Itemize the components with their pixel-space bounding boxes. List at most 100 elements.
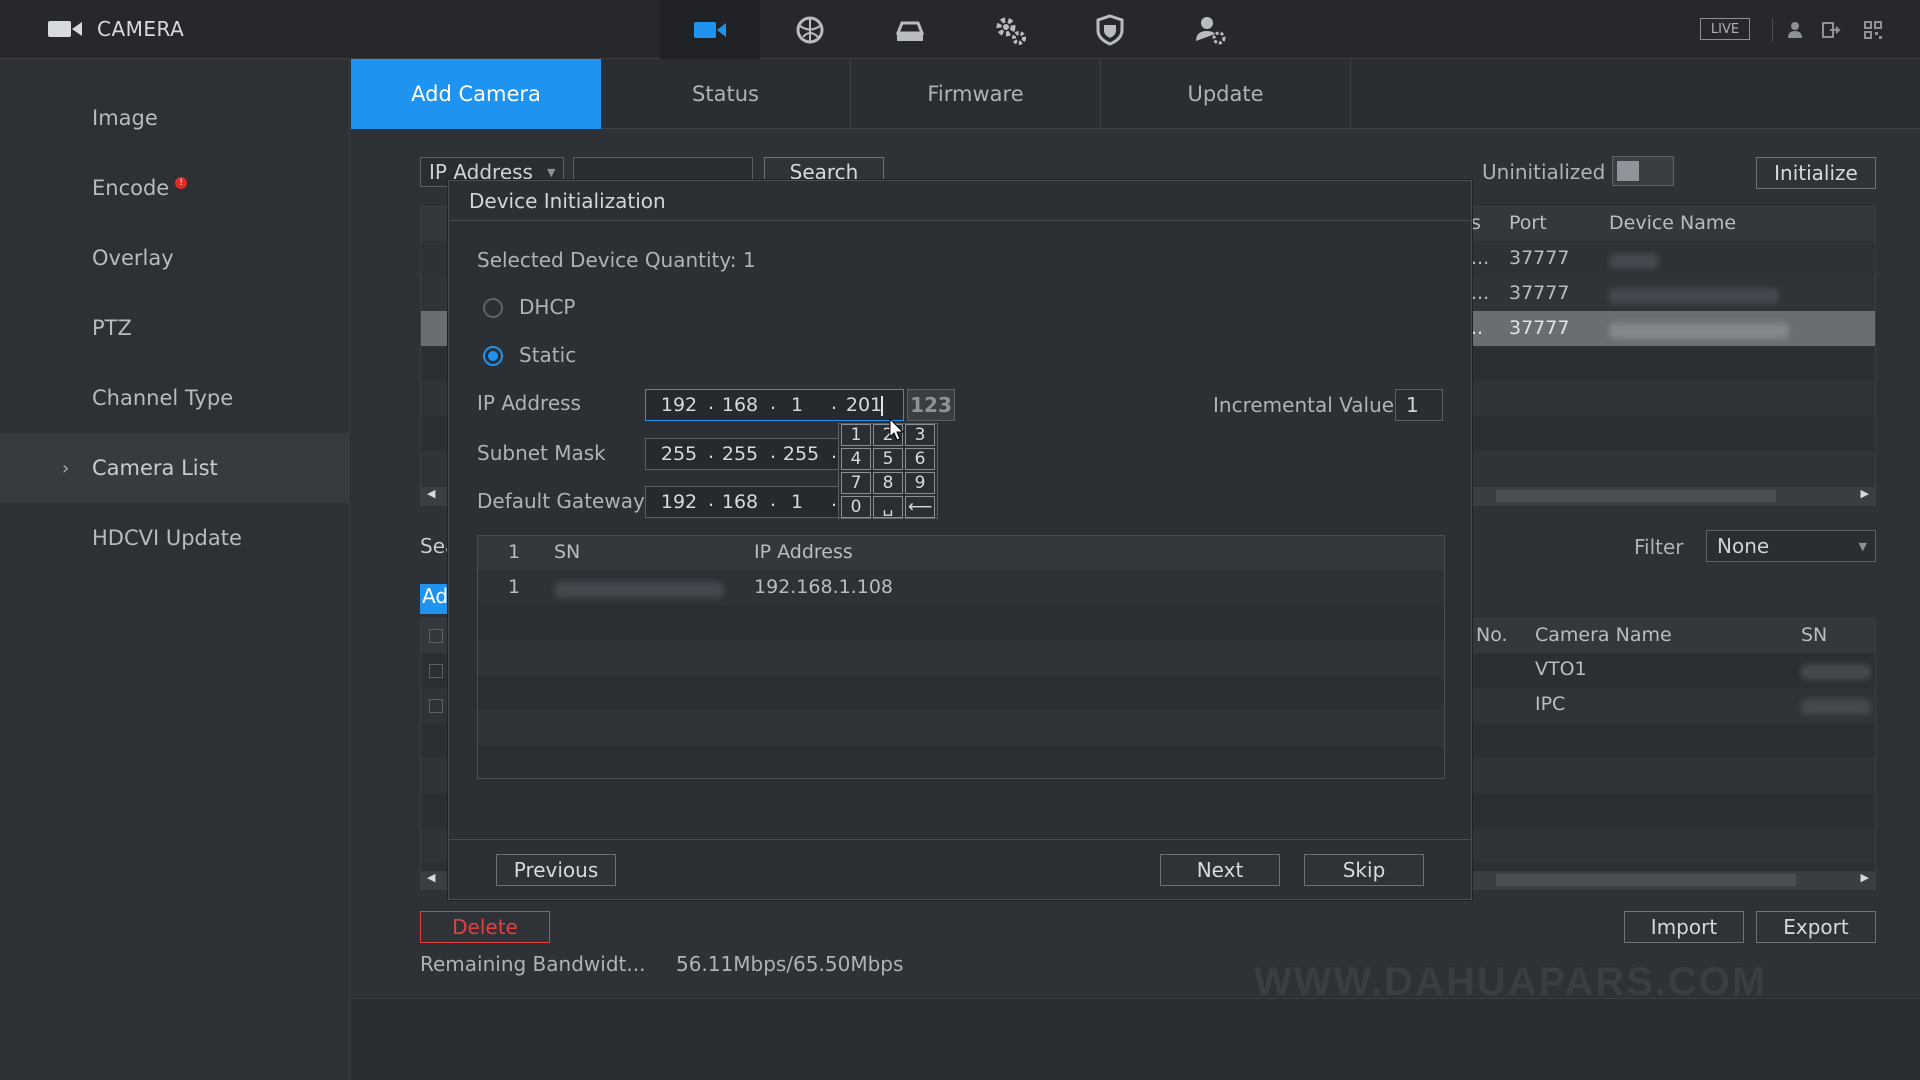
app-title: CAMERA (47, 17, 184, 41)
key-6[interactable]: 6 (905, 448, 935, 470)
filter-select[interactable]: None ▼ (1706, 530, 1876, 562)
redacted-device-name (1609, 323, 1789, 339)
skip-button[interactable]: Skip (1304, 854, 1424, 886)
sidebar-item-image[interactable]: Image (0, 83, 350, 153)
storage-icon[interactable] (860, 0, 960, 59)
row-status-partial: ... (1471, 247, 1490, 269)
filter-value: None (1717, 534, 1770, 558)
sidebar-item-camera-list[interactable]: › Camera List (0, 433, 350, 503)
uninitialized-toggle[interactable] (1612, 156, 1674, 186)
sidebar-item-label: Camera List (92, 456, 218, 480)
logout-icon[interactable] (1820, 19, 1842, 41)
ip-dot: . (831, 441, 838, 463)
tab-status[interactable]: Status (601, 59, 851, 129)
scroll-left-icon[interactable]: ◀ (427, 871, 435, 884)
system-settings-icon[interactable] (960, 0, 1060, 59)
camera-icon (48, 21, 82, 37)
bandwidth-value: 56.11Mbps/65.50Mbps (676, 952, 904, 976)
key-4[interactable]: 4 (841, 448, 871, 470)
initialize-button[interactable]: Initialize (1756, 157, 1876, 189)
import-button[interactable]: Import (1624, 911, 1744, 943)
sidebar-item-ptz[interactable]: PTZ (0, 293, 350, 363)
bottom-strip (351, 998, 1920, 1080)
dhcp-radio[interactable] (483, 298, 503, 318)
selected-quantity: Selected Device Quantity: 1 (477, 248, 756, 272)
scroll-left-icon[interactable]: ◀ (427, 487, 435, 500)
ip-octet[interactable]: 168 (715, 394, 765, 416)
key-5[interactable]: 5 (873, 448, 903, 470)
static-radio[interactable] (483, 346, 503, 366)
sidebar-item-channel-type[interactable]: Channel Type (0, 363, 350, 433)
user-icon[interactable] (1784, 19, 1806, 41)
header-camera-name: Camera Name (1535, 624, 1672, 646)
sidebar-item-label: Channel Type (92, 386, 234, 410)
qr-code-icon[interactable] (1862, 19, 1884, 41)
network-icon[interactable] (760, 0, 860, 59)
key-0[interactable]: 0 (841, 496, 871, 518)
previous-button[interactable]: Previous (496, 854, 616, 886)
key-7[interactable]: 7 (841, 472, 871, 494)
sidebar: Image Encode! Overlay PTZ Channel Type ›… (0, 59, 350, 1080)
delete-button[interactable]: Delete (420, 911, 550, 943)
next-button[interactable]: Next (1160, 854, 1280, 886)
redacted-sn (1801, 699, 1871, 715)
mouse-pointer-icon (889, 418, 905, 441)
ip-octet[interactable]: 1 (772, 394, 822, 416)
alert-badge: ! (175, 177, 188, 189)
header-no: No. (1476, 624, 1508, 646)
sidebar-item-encode[interactable]: Encode! (0, 153, 350, 223)
incremental-value-input[interactable]: 1 (1395, 389, 1443, 421)
row-camera-name: IPC (1535, 693, 1566, 715)
ip-dot: . (708, 392, 715, 414)
live-button[interactable]: LIVE (1700, 18, 1750, 40)
scroll-thumb[interactable] (1496, 490, 1776, 502)
row-status-partial: ... (1471, 282, 1490, 304)
ip-octet[interactable]: 192 (654, 394, 704, 416)
key-backspace[interactable]: ⟵ (905, 496, 935, 518)
header-port: Port (1509, 212, 1547, 234)
sidebar-item-overlay[interactable]: Overlay (0, 223, 350, 293)
gateway-octet[interactable]: 1 (772, 491, 822, 513)
redacted-sn (1801, 664, 1871, 680)
row-checkbox[interactable] (429, 664, 443, 678)
dropdown-arrow-icon: ▼ (1858, 539, 1867, 553)
ip-dot: . (831, 392, 838, 414)
sidebar-item-hdcvi-update[interactable]: HDCVI Update (0, 503, 350, 573)
scroll-thumb[interactable] (1496, 874, 1796, 886)
gateway-octet[interactable]: 168 (715, 491, 765, 513)
key-3[interactable]: 3 (905, 424, 935, 446)
subnet-octet[interactable]: 255 (715, 443, 765, 465)
numeric-keypad: 1 2 3 4 5 6 7 8 9 0 ␣ ⟵ (838, 423, 938, 519)
table-row (478, 710, 1444, 745)
add-button-partial[interactable]: Ad (420, 584, 450, 614)
sidebar-item-label: PTZ (92, 316, 132, 340)
key-9[interactable]: 9 (905, 472, 935, 494)
app-title-text: CAMERA (97, 17, 185, 41)
export-button[interactable]: Export (1756, 911, 1876, 943)
device-initialization-dialog: Device Initialization Selected Device Qu… (448, 180, 1472, 900)
select-all-checkbox[interactable] (429, 629, 443, 643)
keypad-toggle-button[interactable]: 123 (907, 389, 955, 421)
tab-firmware[interactable]: Firmware (851, 59, 1101, 129)
camera-menu-icon[interactable] (660, 0, 760, 59)
sidebar-item-label: Overlay (92, 246, 174, 270)
tab-add-camera[interactable]: Add Camera (351, 59, 601, 129)
key-8[interactable]: 8 (873, 472, 903, 494)
subnet-octet[interactable]: 255 (776, 443, 826, 465)
header-index: 1 (508, 541, 521, 563)
scroll-right-icon[interactable]: ▶ (1861, 871, 1869, 884)
key-1[interactable]: 1 (841, 424, 871, 446)
scroll-right-icon[interactable]: ▶ (1861, 487, 1869, 500)
row-checkbox[interactable] (429, 699, 443, 713)
key-space[interactable]: ␣ (873, 496, 903, 518)
ip-address-field[interactable]: 192 . 168 . 1 . 201 (645, 389, 904, 421)
text-cursor (881, 396, 883, 416)
subnet-octet[interactable]: 255 (654, 443, 704, 465)
gateway-octet[interactable]: 192 (654, 491, 704, 513)
security-shield-icon[interactable] (1060, 0, 1160, 59)
account-icon[interactable] (1160, 0, 1260, 59)
subnet-mask-label: Subnet Mask (477, 441, 606, 465)
row-port: 37777 (1509, 282, 1570, 304)
row-port: 37777 (1509, 247, 1570, 269)
tab-update[interactable]: Update (1101, 59, 1351, 129)
